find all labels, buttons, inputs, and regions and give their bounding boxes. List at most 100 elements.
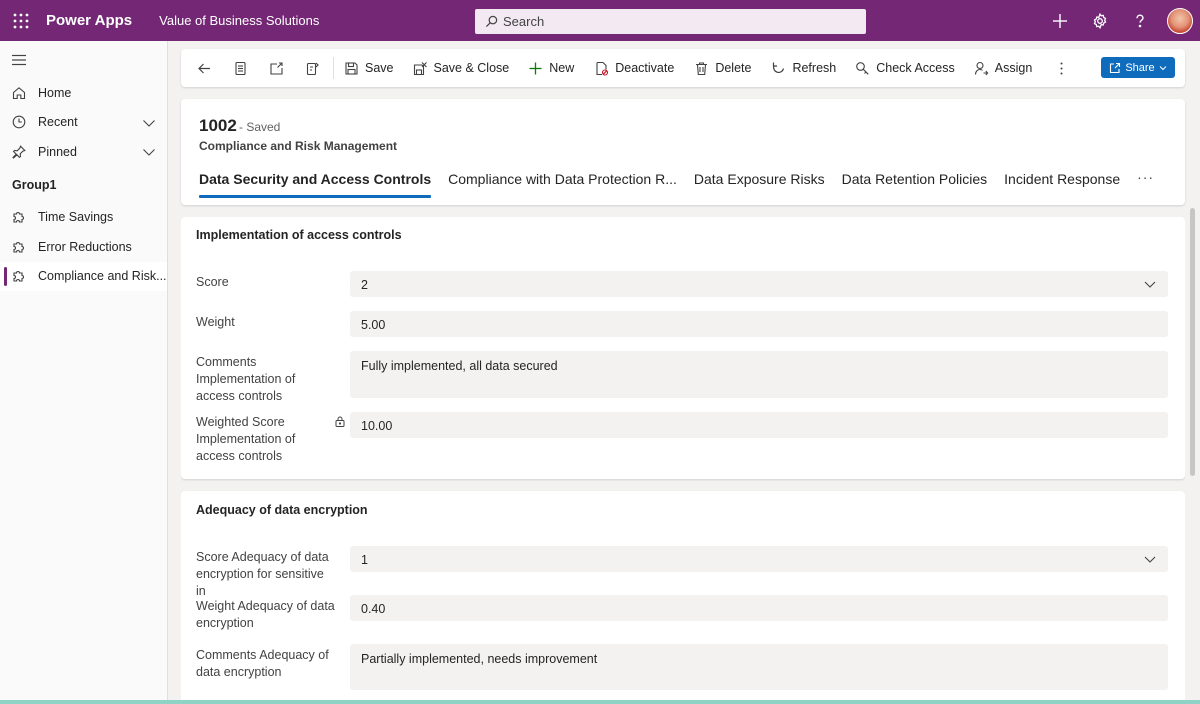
refresh-button[interactable]: Refresh [771, 49, 836, 87]
sidebar-item-recent[interactable]: Recent [0, 108, 167, 138]
deactivate-label: Deactivate [615, 61, 675, 75]
pin-icon [12, 144, 26, 159]
comments-textarea[interactable]: Fully implemented, all data secured [350, 351, 1168, 398]
deactivate-button[interactable]: Deactivate [594, 49, 674, 87]
sidebar-item-error-reductions[interactable]: Error Reductions [0, 232, 167, 262]
search-icon [485, 15, 498, 28]
puzzle-icon [12, 210, 26, 224]
weight-adequacy-value: 0.40 [361, 602, 386, 616]
section-title: Adequacy of data encryption [196, 503, 368, 517]
delete-label: Delete [715, 61, 752, 75]
form-content: Implementation of access controls Score … [181, 217, 1185, 704]
save-label: Save [365, 61, 394, 75]
settings-icon[interactable] [1080, 0, 1120, 41]
comments-value: Fully implemented, all data secured [361, 359, 558, 373]
sidebar-item-home[interactable]: Home [0, 78, 167, 108]
avatar[interactable] [1167, 7, 1193, 34]
new-label: New [549, 61, 575, 75]
deactivate-icon [596, 61, 609, 76]
sidebar-item-pinned[interactable]: Pinned [0, 137, 167, 167]
chevron-down-icon[interactable] [142, 116, 156, 130]
score-select[interactable]: 2 [350, 271, 1168, 297]
open-new-window-button[interactable] [269, 49, 284, 87]
command-bar: Save Save & Close New Deactivate Delete … [181, 49, 1185, 87]
process-button[interactable] [305, 49, 320, 87]
chevron-down-icon [1159, 65, 1167, 70]
puzzle-icon [12, 269, 26, 283]
app-name[interactable]: Power Apps [46, 12, 132, 29]
check-access-button[interactable]: Check Access [855, 49, 955, 87]
tab-data-retention-policies[interactable]: Data Retention Policies [842, 167, 988, 199]
save-icon [345, 61, 358, 75]
weight-adequacy-input[interactable]: 0.40 [350, 595, 1168, 621]
open-in-window-icon [270, 61, 283, 75]
score-adequacy-select[interactable]: 1 [350, 546, 1168, 572]
back-arrow-icon [198, 63, 210, 73]
record-entity-name: Compliance and Risk Management [199, 139, 398, 153]
check-access-label: Check Access [876, 61, 955, 75]
record-save-status: - Saved [239, 120, 281, 134]
share-label: Share [1125, 61, 1155, 74]
refresh-label: Refresh [792, 61, 837, 75]
record-title: 1002 [199, 116, 237, 135]
record-header: 1002 - Saved Compliance and Risk Managem… [181, 99, 1185, 205]
top-bar: Power Apps Value of Business Solutions S… [0, 0, 1200, 41]
weight-value: 5.00 [361, 318, 386, 332]
form-view-button[interactable] [233, 49, 248, 87]
chevron-down-icon [1144, 281, 1156, 288]
chevron-down-icon [1144, 556, 1156, 563]
assign-label: Assign [994, 61, 1033, 75]
share-icon [1110, 62, 1121, 73]
add-icon[interactable] [1040, 0, 1080, 41]
sidebar-item-label: Compliance and Risk... [38, 269, 167, 284]
form-tabs: Data Security and Access Controls Compli… [199, 167, 1154, 199]
sidebar-group-label: Group1 [12, 177, 57, 192]
more-tabs-button[interactable]: ··· [1137, 167, 1154, 185]
comments-adequacy-value: Partially implemented, needs improvement [361, 652, 598, 666]
hamburger-icon[interactable] [0, 41, 167, 78]
help-icon[interactable] [1120, 0, 1160, 41]
save-close-icon [413, 61, 427, 75]
trash-icon [696, 61, 708, 75]
sidebar-item-label: Pinned [38, 144, 77, 159]
share-button[interactable]: Share [1101, 57, 1175, 78]
new-button[interactable]: New [528, 49, 574, 87]
section-implementation-of-access-controls: Implementation of access controls Score … [181, 217, 1185, 479]
sidebar-item-label: Error Reductions [38, 239, 132, 254]
window-bottom-edge [0, 700, 1200, 704]
search-input[interactable]: Search [475, 9, 866, 34]
waffle-icon[interactable] [0, 0, 41, 41]
assign-button[interactable]: Assign [974, 49, 1033, 87]
more-commands-button[interactable] [1054, 49, 1069, 87]
document-icon [235, 61, 246, 75]
weighted-score-value: 10.00 [361, 419, 393, 433]
score-value: 2 [361, 278, 368, 292]
section-title: Implementation of access controls [196, 228, 402, 242]
refresh-icon [773, 62, 785, 73]
weight-input[interactable]: 5.00 [350, 311, 1168, 337]
assign-user-icon [974, 61, 989, 75]
environment-name[interactable]: Value of Business Solutions [159, 13, 319, 28]
comments-adequacy-label: Comments Adequacy of data encryption [196, 648, 329, 679]
sidebar-item-label: Time Savings [38, 210, 114, 225]
scrollbar[interactable] [1190, 208, 1195, 476]
comments-adequacy-textarea[interactable]: Partially implemented, needs improvement [350, 644, 1168, 690]
weighted-score-label: Weighted Score Implementation of access … [196, 415, 296, 463]
chevron-down-icon[interactable] [142, 145, 156, 159]
sidebar-item-compliance-and-risk[interactable]: Compliance and Risk... [0, 261, 167, 291]
save-button[interactable]: Save [344, 49, 394, 87]
weight-adequacy-label: Weight Adequacy of data encryption [196, 599, 335, 630]
puzzle-icon [12, 240, 26, 254]
comments-label: Comments Implementation of access contro… [196, 355, 296, 403]
save-close-button[interactable]: Save & Close [413, 49, 510, 87]
back-button[interactable] [197, 49, 212, 87]
delete-button[interactable]: Delete [694, 49, 751, 87]
save-close-label: Save & Close [433, 61, 510, 75]
weighted-score-input: 10.00 [350, 412, 1168, 438]
tab-data-security-and-access-controls[interactable]: Data Security and Access Controls [199, 167, 432, 199]
more-vertical-icon [1060, 62, 1063, 74]
tab-data-exposure-risks[interactable]: Data Exposure Risks [694, 167, 825, 199]
sidebar-item-time-savings[interactable]: Time Savings [0, 203, 167, 233]
tab-compliance-with-data-protection[interactable]: Compliance with Data Protection R... [448, 167, 677, 199]
tab-incident-response[interactable]: Incident Response [1004, 167, 1120, 199]
